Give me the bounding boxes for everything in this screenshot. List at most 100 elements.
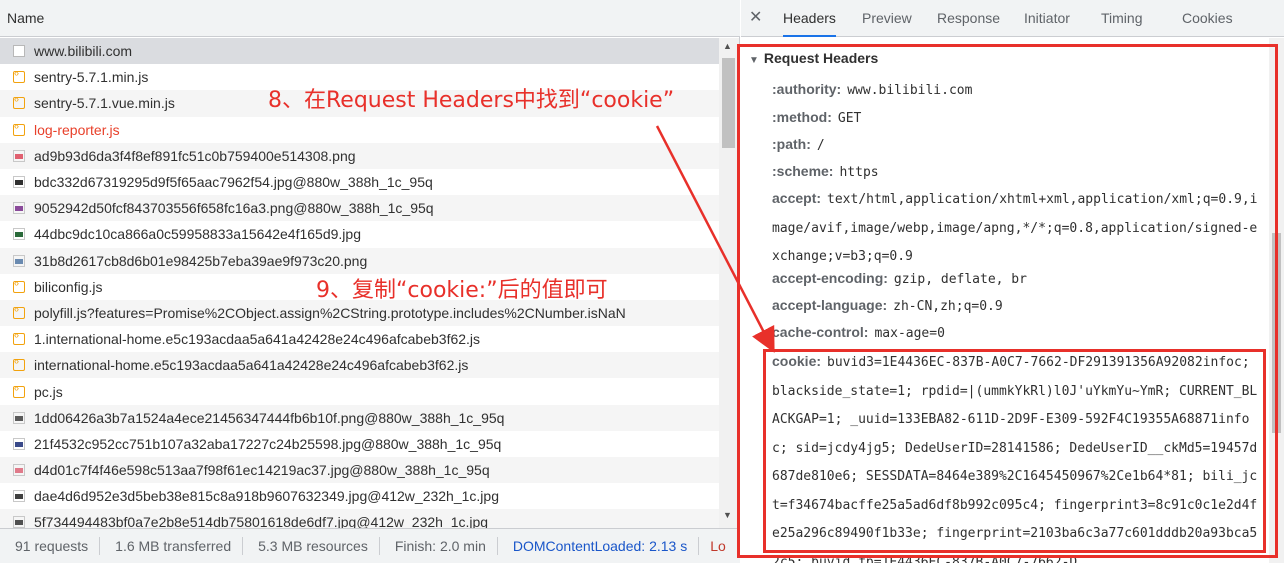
header-value: text/html,application/xhtml+xml,applicat… (772, 192, 1258, 264)
header-row-authority: :authority: www.bilibili.com (772, 76, 1262, 104)
script-icon (13, 278, 25, 293)
header-key: accept-language: (772, 297, 888, 313)
header-value: max-age=0 (874, 326, 945, 341)
header-row-cookie: cookie: buvid3=1E4436EC-837B-A0C7-7662-DF… (772, 348, 1262, 563)
script-icon (13, 330, 25, 346)
request-name: 5f734494483bf0a7e2b8e514db75801618de6df7… (34, 514, 489, 528)
request-name: international-home.e5c193acdaa5a641a4242… (34, 357, 469, 374)
request-name: www.bilibili.com (34, 43, 133, 60)
header-key: cookie: (772, 353, 822, 369)
header-row-path: :path: / (772, 131, 1262, 159)
scroll-up-icon[interactable]: ▲ (723, 41, 732, 51)
request-row[interactable]: international-home.e5c193acdaa5a641a4242… (0, 352, 719, 379)
header-key: accept: (772, 190, 822, 206)
header-row-accept: accept: text/html,application/xhtml+xml,a… (772, 185, 1262, 271)
request-name: pc.js (34, 383, 63, 400)
close-icon[interactable]: ✕ (749, 7, 762, 27)
request-name: 44dbc9dc10ca866a0c59958833a15642e4f165d9… (34, 226, 361, 243)
header-value: www.bilibili.com (847, 83, 973, 98)
header-value: zh-CN,zh;q=0.9 (893, 299, 1003, 314)
request-row[interactable]: d4d01c7f4f46e598c513aa7f98f61ec14219ac37… (0, 457, 719, 484)
request-row[interactable]: 44dbc9dc10ca866a0c59958833a15642e4f165d9… (0, 221, 719, 247)
request-row[interactable]: pc.js (0, 378, 719, 404)
tab-cookies[interactable]: Cookies (1182, 0, 1233, 37)
request-name: 31b8d2617cb8d6b01e98425b7eba39ae9f973c20… (34, 252, 368, 269)
image-icon (13, 202, 25, 215)
image-icon (13, 490, 25, 503)
header-value: https (839, 165, 879, 180)
header-row-accept-language: accept-language: zh-CN,zh;q=0.9 (772, 292, 1262, 320)
request-name: d4d01c7f4f46e598c513aa7f98f61ec14219ac37… (34, 462, 490, 479)
request-row[interactable]: log-reporter.js (0, 117, 719, 143)
request-name: ad9b93d6da3f4f8ef891fc51c0b759400e514308… (34, 147, 356, 164)
script-icon (13, 383, 25, 398)
tab-response[interactable]: Response (937, 0, 1000, 37)
header-row-cache-control: cache-control: max-age=0 (772, 319, 1262, 347)
finish-time: Finish: 2.0 min (380, 537, 498, 555)
header-key: :scheme: (772, 163, 834, 179)
triangle-down-icon: ▼ (749, 55, 759, 66)
request-list-scrollbar[interactable]: ▲ ▼ (719, 38, 739, 528)
script-icon (13, 94, 25, 110)
step-8-annotation: 8、在Request Headers中找到“cookie” (268, 88, 675, 113)
details-tabbar: ✕ Headers Preview Response Initiator Tim… (741, 0, 1284, 37)
request-row[interactable]: 1.international-home.e5c193acdaa5a641a42… (0, 326, 719, 352)
tab-initiator[interactable]: Initiator (1024, 0, 1070, 37)
tab-headers[interactable]: Headers (783, 0, 836, 37)
script-icon (13, 68, 25, 84)
image-icon (13, 411, 25, 424)
load-time: Lo (710, 538, 726, 554)
header-value: gzip, deflate, br (893, 272, 1027, 287)
headers-scroll-thumb[interactable] (1272, 233, 1281, 433)
request-name: polyfill.js?features=Promise%2CObject.as… (34, 304, 626, 321)
image-icon (13, 149, 25, 162)
request-headers-title: Request Headers (763, 50, 879, 66)
headers-scrollbar[interactable] (1269, 38, 1284, 563)
request-name: 21f4532c952cc751b107a32aba17227c24b25598… (34, 435, 502, 452)
request-name: 9052942d50fcf843703556f658fc16a3.png@880… (34, 200, 434, 217)
header-value: / (816, 138, 825, 153)
name-column-header[interactable]: Name (0, 0, 740, 37)
request-row[interactable]: 21f4532c952cc751b107a32aba17227c24b25598… (0, 431, 719, 457)
request-row[interactable]: dae4d6d952e3d5beb38e815c8a918b9607632349… (0, 483, 719, 509)
request-headers-section-toggle[interactable]: ▼ Request Headers (749, 50, 878, 66)
header-row-accept-encoding: accept-encoding: gzip, deflate, br (772, 265, 1262, 293)
scroll-thumb[interactable] (722, 58, 735, 148)
request-name: sentry-5.7.1.min.js (34, 69, 149, 86)
tab-timing[interactable]: Timing (1101, 0, 1143, 37)
request-name: biliconfig.js (34, 278, 103, 295)
request-row[interactable]: 9052942d50fcf843703556f658fc16a3.png@880… (0, 195, 719, 222)
request-row[interactable]: 5f734494483bf0a7e2b8e514db75801618de6df7… (0, 509, 719, 528)
tab-preview[interactable]: Preview (862, 0, 912, 37)
request-row[interactable]: bdc332d67319295d9f5f65aac7962f54.jpg@880… (0, 169, 719, 195)
request-row[interactable]: www.bilibili.com (0, 38, 719, 65)
header-row-method: :method: GET (772, 104, 1262, 132)
script-icon (13, 304, 25, 319)
header-row-scheme: :scheme: https (772, 158, 1262, 186)
request-row[interactable]: ad9b93d6da3f4f8ef891fc51c0b759400e514308… (0, 142, 719, 169)
request-name: dae4d6d952e3d5beb38e815c8a918b9607632349… (34, 488, 499, 505)
image-icon (13, 516, 25, 528)
image-icon (13, 228, 25, 241)
script-icon (13, 356, 25, 372)
header-key: :path: (772, 136, 811, 152)
request-name: 1.international-home.e5c193acdaa5a641a42… (34, 331, 481, 348)
headers-content: ▼ Request Headers :authority: www.bilibili… (741, 38, 1269, 563)
cookie-value[interactable]: buvid3=1E4436EC-837B-A0C7-7662-DF2913913… (772, 355, 1257, 563)
request-row[interactable]: 31b8d2617cb8d6b01e98425b7eba39ae9f973c20… (0, 247, 719, 274)
request-row[interactable]: 1dd06426a3b7a1524a4ece21456347444fb6b10f… (0, 404, 719, 431)
header-key: cache-control: (772, 324, 869, 340)
step-9-annotation: 9、复制“cookie:”后的值即可 (316, 278, 608, 303)
requests-count: 91 requests (0, 537, 101, 555)
image-icon (13, 176, 25, 189)
transferred-size: 1.6 MB transferred (100, 537, 244, 555)
header-key: :method: (772, 109, 832, 125)
script-icon (13, 121, 25, 136)
request-name: bdc332d67319295d9f5f65aac7962f54.jpg@880… (34, 174, 433, 191)
header-key: :authority: (772, 81, 842, 97)
request-details-panel: ✕ Headers Preview Response Initiator Tim… (741, 0, 1284, 563)
resources-size: 5.3 MB resources (243, 537, 380, 555)
scroll-down-icon[interactable]: ▼ (723, 510, 732, 520)
image-icon (13, 254, 25, 267)
status-bar: 91 requests 1.6 MB transferred 5.3 MB re… (0, 528, 740, 563)
